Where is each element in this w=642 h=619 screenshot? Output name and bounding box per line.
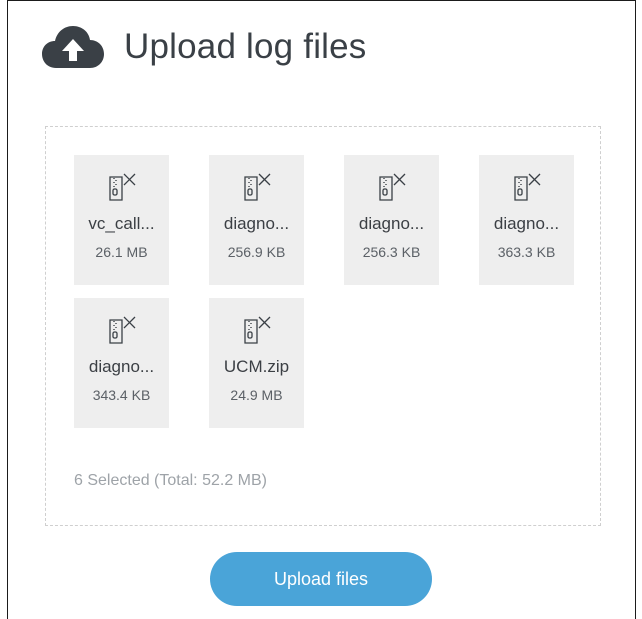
file-size: 24.9 MB xyxy=(230,387,283,403)
zip-file-remove-icon[interactable] xyxy=(242,315,272,345)
file-name: UCM.zip xyxy=(223,357,290,376)
zip-file-remove-icon[interactable] xyxy=(377,172,407,202)
file-tile[interactable]: diagno... 256.3 KB xyxy=(344,155,439,285)
file-tile[interactable]: vc_call... 26.1 MB xyxy=(74,155,169,285)
file-tile[interactable]: UCM.zip 24.9 MB xyxy=(209,298,304,428)
file-drop-zone[interactable]: vc_call... 26.1 MB diagno... 256.9 KB di… xyxy=(45,126,601,526)
zip-file-remove-icon[interactable] xyxy=(242,172,272,202)
file-grid: vc_call... 26.1 MB diagno... 256.9 KB di… xyxy=(74,155,574,428)
zip-file-remove-icon[interactable] xyxy=(107,315,137,345)
upload-panel: Upload log files vc_call... 26.1 MB diag… xyxy=(7,0,636,619)
page-title: Upload log files xyxy=(124,27,367,66)
zip-file-remove-icon[interactable] xyxy=(107,172,137,202)
upload-files-button[interactable]: Upload files xyxy=(210,552,432,606)
file-name: diagno... xyxy=(358,214,425,233)
file-name: diagno... xyxy=(493,214,560,233)
file-size: 256.9 KB xyxy=(227,244,286,260)
file-size: 256.3 KB xyxy=(362,244,421,260)
file-tile[interactable]: diagno... 256.9 KB xyxy=(209,155,304,285)
file-name: vc_call... xyxy=(88,214,155,233)
file-name: diagno... xyxy=(88,357,155,376)
zip-file-remove-icon[interactable] xyxy=(512,172,542,202)
file-tile[interactable]: diagno... 343.4 KB xyxy=(74,298,169,428)
file-tile[interactable]: diagno... 363.3 KB xyxy=(479,155,574,285)
file-size: 26.1 MB xyxy=(95,244,148,260)
file-size: 343.4 KB xyxy=(92,387,151,403)
panel-header: Upload log files xyxy=(42,23,367,71)
selection-summary: 6 Selected (Total: 52.2 MB) xyxy=(74,472,267,489)
file-size: 363.3 KB xyxy=(497,244,556,260)
file-name: diagno... xyxy=(223,214,290,233)
cloud-upload-icon xyxy=(42,26,104,68)
